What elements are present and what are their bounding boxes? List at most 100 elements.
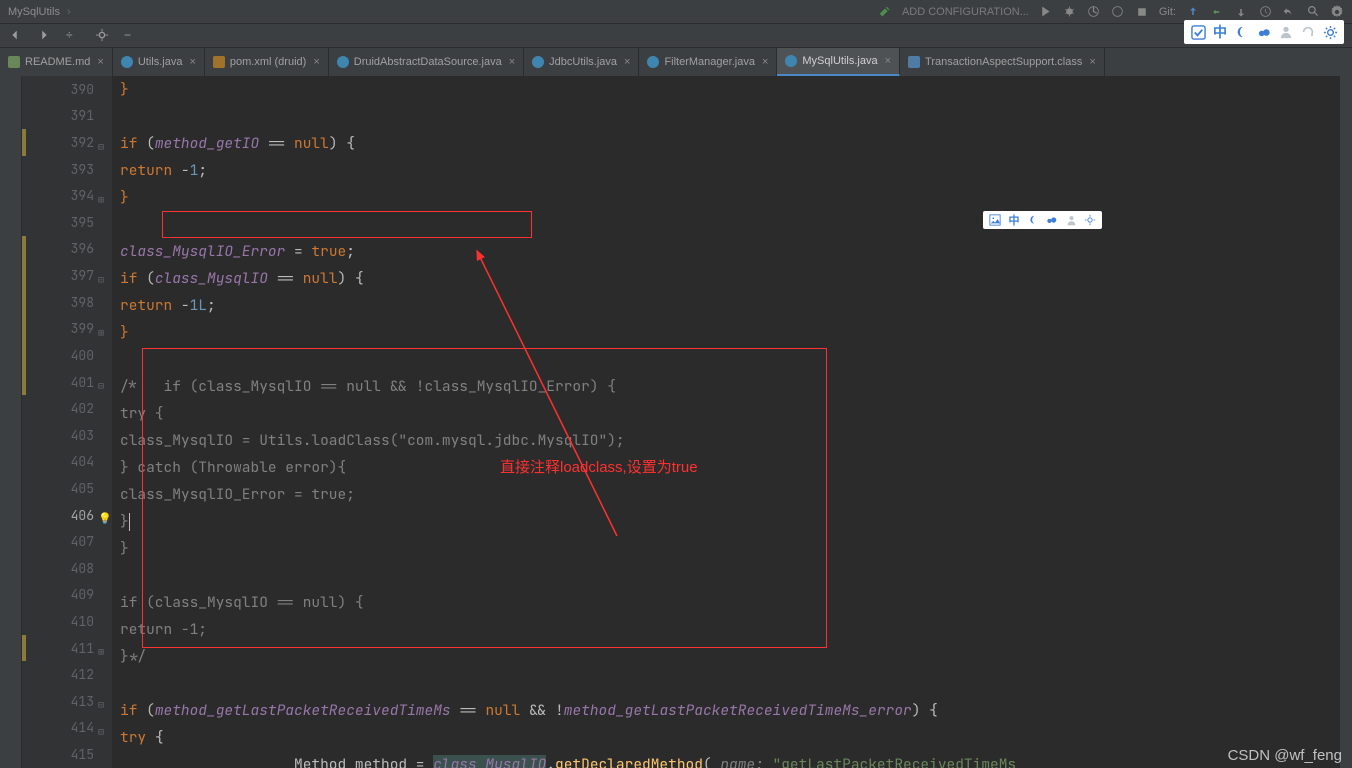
reload-icon[interactable] <box>1300 24 1316 40</box>
line-number[interactable]: 402 <box>22 395 112 422</box>
close-icon[interactable]: × <box>1089 56 1095 68</box>
mini-toolbar[interactable]: 中 <box>983 211 1102 229</box>
code-line[interactable]: try { <box>112 400 1352 427</box>
editor-tabbar[interactable]: README.md×Utils.java×pom.xml (druid)×Dru… <box>0 48 1352 76</box>
collapse-icon[interactable] <box>98 137 110 149</box>
back-icon[interactable] <box>8 28 23 43</box>
bug-icon[interactable] <box>1063 5 1077 19</box>
close-icon[interactable]: × <box>762 56 768 68</box>
code-line[interactable]: return -1; <box>112 616 1352 643</box>
tab-transactionaspectsupport-class[interactable]: TransactionAspectSupport.class× <box>900 48 1105 76</box>
cloud-icon[interactable] <box>1256 24 1272 40</box>
code-line[interactable]: class_MysqlIO = Utils.loadClass("com.mys… <box>112 427 1352 454</box>
tab-druidabstractdatasource-java[interactable]: DruidAbstractDataSource.java× <box>329 48 524 76</box>
user-icon[interactable] <box>1278 24 1294 40</box>
code-line[interactable] <box>112 103 1352 130</box>
user-icon[interactable] <box>1064 213 1078 227</box>
hammer-icon[interactable] <box>878 5 892 19</box>
check-icon[interactable] <box>1190 24 1206 40</box>
line-number[interactable]: 390 <box>22 76 112 103</box>
line-number[interactable]: 405 <box>22 475 112 502</box>
pic-icon[interactable] <box>988 213 1002 227</box>
line-number[interactable]: 394 <box>22 182 112 209</box>
line-number[interactable]: 398 <box>22 289 112 316</box>
code-line[interactable]: } <box>112 184 1352 211</box>
tab-utils-java[interactable]: Utils.java× <box>113 48 205 76</box>
line-number[interactable]: 397 <box>22 262 112 289</box>
line-number[interactable]: 404 <box>22 449 112 476</box>
expand-icon[interactable] <box>98 190 110 202</box>
history-icon[interactable] <box>1258 5 1272 19</box>
code-line[interactable]: return -1L; <box>112 292 1352 319</box>
scrollbar[interactable] <box>1340 76 1352 768</box>
code-line[interactable]: class_MysqlIO_Error = true; <box>112 238 1352 265</box>
close-icon[interactable]: × <box>509 56 515 68</box>
git-update-icon[interactable] <box>1186 5 1200 19</box>
moon-icon[interactable] <box>1234 24 1250 40</box>
gear-icon[interactable] <box>1322 24 1338 40</box>
close-icon[interactable]: × <box>885 55 891 67</box>
floating-toolbar[interactable]: 中 <box>1184 20 1344 44</box>
expand-icon[interactable] <box>98 323 110 335</box>
collapse-icon[interactable] <box>98 695 110 707</box>
code-line[interactable]: if (method_getLastPacketReceivedTimeMs =… <box>112 697 1352 724</box>
cloud-icon[interactable] <box>1045 213 1059 227</box>
left-sidebar[interactable] <box>0 76 22 768</box>
code-line[interactable] <box>112 211 1352 238</box>
search-icon[interactable] <box>1306 5 1320 19</box>
line-number[interactable]: 393 <box>22 156 112 183</box>
line-number[interactable]: 396 <box>22 236 112 263</box>
code-line[interactable]: if (class_MysqlIO == null) { <box>112 265 1352 292</box>
git-commit-icon[interactable] <box>1210 5 1224 19</box>
code-line[interactable]: class_MysqlIO_Error = true; <box>112 481 1352 508</box>
close-icon[interactable]: × <box>624 56 630 68</box>
line-number[interactable]: 412 <box>22 661 112 688</box>
code-line[interactable]: /* if (class_MysqlIO == null && !class_M… <box>112 373 1352 400</box>
gear-icon[interactable] <box>1083 213 1097 227</box>
line-number[interactable]: 409 <box>22 582 112 609</box>
code-line[interactable] <box>112 346 1352 373</box>
collapse-icon[interactable] <box>98 270 110 282</box>
cn-icon[interactable]: 中 <box>1212 24 1228 40</box>
code-line[interactable]: } catch (Throwable error){ <box>112 454 1352 481</box>
code-line[interactable]: }*/ <box>112 643 1352 670</box>
gutter[interactable]: 3903913923933943953963973983994004014024… <box>22 76 112 768</box>
cn-icon[interactable]: 中 <box>1007 213 1021 227</box>
line-number[interactable]: 403 <box>22 422 112 449</box>
line-number[interactable]: 391 <box>22 103 112 130</box>
line-number[interactable]: 415 <box>22 741 112 768</box>
code-line[interactable]: } <box>112 76 1352 103</box>
line-number[interactable]: 399 <box>22 315 112 342</box>
collapse-icon[interactable] <box>98 376 110 388</box>
line-number[interactable]: 411 <box>22 635 112 662</box>
settings-icon[interactable] <box>1330 5 1344 19</box>
moon-icon[interactable] <box>1026 213 1040 227</box>
line-number[interactable]: 406 <box>22 502 112 529</box>
line-number[interactable]: 395 <box>22 209 112 236</box>
line-number[interactable]: 401 <box>22 369 112 396</box>
line-number[interactable]: 392 <box>22 129 112 156</box>
code-line[interactable]: try { <box>112 724 1352 751</box>
code-line[interactable]: if (method_getIO == null) { <box>112 130 1352 157</box>
close-icon[interactable]: × <box>97 56 103 68</box>
line-number[interactable]: 408 <box>22 555 112 582</box>
collapse-icon[interactable]: − <box>124 28 139 43</box>
bulb-icon[interactable] <box>98 509 110 521</box>
code-editor[interactable]: 直接注释loadclass,设置为true 中 } if (method_get… <box>112 76 1352 768</box>
line-number[interactable]: 413 <box>22 688 112 715</box>
code-line[interactable]: } <box>112 535 1352 562</box>
collapse-icon[interactable] <box>98 722 110 734</box>
tab-readme-md[interactable]: README.md× <box>0 48 113 76</box>
tab-pom-xml--druid-[interactable]: pom.xml (druid)× <box>205 48 329 76</box>
profile-icon[interactable] <box>1111 5 1125 19</box>
rollback-icon[interactable] <box>1282 5 1296 19</box>
code-line[interactable]: if (class_MysqlIO == null) { <box>112 589 1352 616</box>
gear-icon[interactable] <box>95 28 110 43</box>
breadcrumb-item[interactable]: MySqlUtils <box>8 6 60 18</box>
divide-icon[interactable]: ÷ <box>66 28 81 43</box>
line-number[interactable]: 414 <box>22 715 112 742</box>
line-number[interactable]: 400 <box>22 342 112 369</box>
play-icon[interactable] <box>1039 5 1053 19</box>
forward-icon[interactable] <box>37 28 52 43</box>
code-line[interactable]: } <box>112 508 1352 535</box>
